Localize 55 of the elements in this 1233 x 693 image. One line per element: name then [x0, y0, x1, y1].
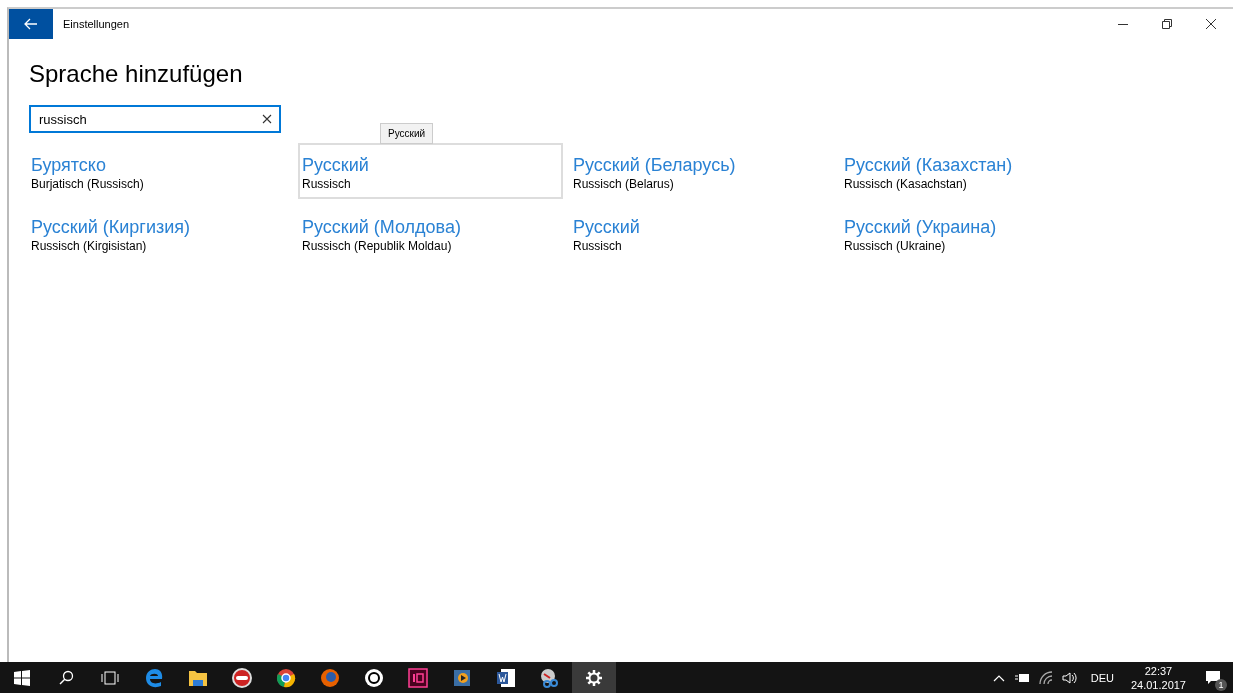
- language-item[interactable]: Русский (Киргизия) Russisch (Kirgisistan): [27, 205, 292, 261]
- page-title: Sprache hinzufügen: [29, 59, 244, 89]
- language-name: Русский (Киргизия): [31, 216, 191, 238]
- language-name: Бурятско: [31, 154, 107, 176]
- task-view-icon: [101, 670, 119, 685]
- search-icon: [58, 669, 74, 686]
- disc-icon: [232, 667, 252, 688]
- search-field[interactable]: russisch: [29, 105, 281, 133]
- language-name: Русский (Казахстан): [844, 154, 1014, 176]
- language-item[interactable]: Русский Russisch: [569, 205, 834, 261]
- windows-logo-icon: [14, 669, 30, 686]
- language-name: Русский (Беларусь): [573, 154, 737, 176]
- language-description: Russisch (Belarus): [573, 176, 675, 192]
- chrome-icon: [276, 667, 296, 688]
- folder-icon: [188, 668, 208, 687]
- language-item[interactable]: Бурятско Burjatisch (Russisch): [27, 143, 292, 199]
- language-description: Russisch: [573, 238, 623, 254]
- clock-time: 22:37: [1144, 663, 1173, 678]
- ring-icon: [364, 667, 384, 688]
- language-name: Русский (Украина): [844, 216, 998, 238]
- language-name: Русский (Молдова): [302, 216, 462, 238]
- input-language-indicator[interactable]: DEU: [1086, 671, 1118, 684]
- clock-date: 24.01.2017: [1130, 677, 1186, 692]
- language-item[interactable]: Русский (Украина) Russisch (Ukraine): [840, 205, 1105, 261]
- speaker-icon[interactable]: [1061, 670, 1078, 685]
- language-description: Russisch (Republik Moldau): [302, 238, 453, 254]
- language-item[interactable]: Русский (Молдова) Russisch (Republik Moldau): [298, 205, 563, 261]
- wifi-icon[interactable]: [1038, 670, 1053, 685]
- chevron-up-icon[interactable]: [992, 673, 1005, 682]
- media-player-icon: [452, 667, 472, 688]
- fox-globe-icon: [320, 667, 340, 688]
- notification-icon: [1205, 669, 1221, 686]
- language-item[interactable]: Русский (Казахстан) Russisch (Kasachstan): [840, 143, 1105, 199]
- gear-icon: [585, 668, 603, 687]
- clock[interactable]: 22:37 24.01.2017: [1126, 663, 1190, 692]
- language-name: Русский: [302, 154, 370, 176]
- notifications-button[interactable]: 1: [1199, 663, 1227, 692]
- language-description: Russisch (Ukraine): [844, 238, 947, 254]
- clear-icon[interactable]: [262, 114, 272, 124]
- id-square-icon: [408, 667, 428, 688]
- language-name: Русский: [573, 216, 641, 238]
- language-description: Russisch (Kasachstan): [844, 176, 968, 192]
- language-description: Burjatisch (Russisch): [31, 176, 145, 192]
- language-description: Russisch (Kirgisistan): [31, 238, 148, 254]
- back-arrow-icon: [24, 18, 38, 30]
- tooltip: Русский: [380, 123, 434, 144]
- language-description: Russisch: [302, 176, 352, 192]
- back-button[interactable]: [9, 9, 53, 39]
- edge-e-icon: [144, 667, 164, 688]
- taskbar-app-button[interactable]: [572, 662, 616, 693]
- document-w-icon: [496, 667, 516, 688]
- close-icon: [1206, 19, 1216, 29]
- restore-icon: [1162, 19, 1172, 29]
- language-item[interactable]: Русский (Беларусь) Russisch (Belarus): [569, 143, 834, 199]
- window-title: Einstellungen: [63, 18, 130, 30]
